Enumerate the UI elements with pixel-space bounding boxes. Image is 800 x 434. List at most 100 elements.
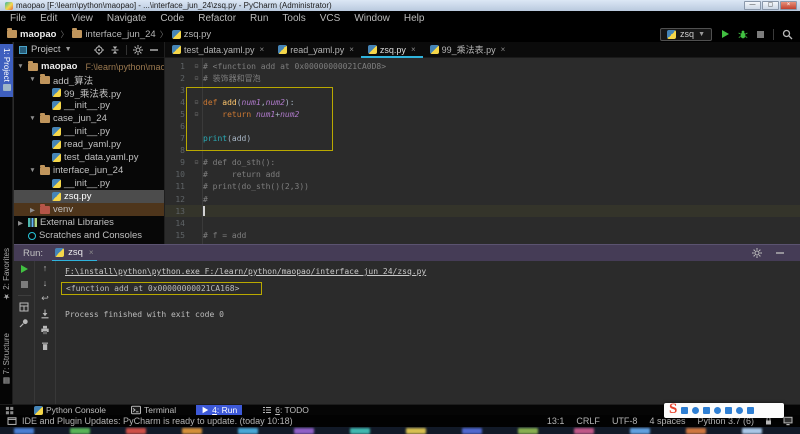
code-line-1[interactable]: 1⊟# <function add at 0x00000000021CA0D8> xyxy=(165,60,800,72)
code-line-13[interactable]: 13 xyxy=(165,205,800,217)
tree-item-__init__.py[interactable]: __init__.py xyxy=(14,125,164,138)
clear-console-button[interactable] xyxy=(40,341,50,351)
ime-keyboard-icon[interactable] xyxy=(725,407,732,414)
taskbar-app-icon[interactable] xyxy=(630,428,650,434)
run-button[interactable] xyxy=(720,29,730,39)
fold-marker-icon[interactable]: ⊟ xyxy=(190,63,203,70)
project-panel-title[interactable]: Project xyxy=(31,44,61,55)
code-line-12[interactable]: 12# xyxy=(165,193,800,205)
run-panel-settings-button[interactable] xyxy=(752,248,762,258)
menu-edit[interactable]: Edit xyxy=(33,13,64,24)
menu-file[interactable]: File xyxy=(3,13,33,24)
tree-item-__init__.py[interactable]: __init__.py xyxy=(14,177,164,190)
tree-item-maopao[interactable]: ▼maopaoF:\learn\python\maopao xyxy=(14,60,164,73)
code-line-8[interactable]: 8 xyxy=(165,145,800,157)
rerun-button[interactable] xyxy=(19,264,29,274)
collapse-all-button[interactable] xyxy=(110,45,120,55)
taskbar-app-icon[interactable] xyxy=(462,428,482,434)
tree-item-add_算法[interactable]: ▼add_算法 xyxy=(14,73,164,86)
hide-panel-button[interactable] xyxy=(149,45,159,55)
taskbar-app-icon[interactable] xyxy=(350,428,370,434)
editor-tab-zsq.py[interactable]: zsq.py× xyxy=(361,42,423,57)
editor-tab-read_yaml.py[interactable]: read_yaml.py× xyxy=(271,42,361,57)
sogou-logo-icon[interactable]: S xyxy=(669,404,677,415)
stripe-tab-favorites[interactable]: ★2: Favorites xyxy=(0,248,13,303)
taskbar-app-icon[interactable] xyxy=(238,428,258,434)
menu-code[interactable]: Code xyxy=(153,13,191,24)
tree-item-External Libraries[interactable]: ▶External Libraries xyxy=(14,216,164,229)
close-icon[interactable]: × xyxy=(411,45,416,54)
tree-item-interface_jun_24[interactable]: ▼interface_jun_24 xyxy=(14,164,164,177)
chevron-down-icon[interactable]: ▼ xyxy=(28,115,37,122)
chevron-right-icon[interactable]: ▶ xyxy=(16,219,25,227)
editor-tab-test_data.yaml.py[interactable]: test_data.yaml.py× xyxy=(165,42,271,57)
close-icon[interactable]: × xyxy=(349,45,354,54)
search-everywhere-button[interactable] xyxy=(782,29,793,40)
chevron-down-icon[interactable]: ▼ xyxy=(28,167,37,174)
tree-item-zsq.py[interactable]: zsq.py xyxy=(14,190,164,203)
stop-button[interactable] xyxy=(756,30,765,39)
menu-view[interactable]: View xyxy=(64,13,100,24)
run-configuration-select[interactable]: zsq▼ xyxy=(660,28,712,41)
print-button[interactable] xyxy=(40,325,50,335)
taskbar-app-icon[interactable] xyxy=(70,428,90,434)
chevron-down-icon[interactable]: ▼ xyxy=(16,63,25,70)
code-line-14[interactable]: 14 xyxy=(165,217,800,229)
tree-item-test_data.yaml.py[interactable]: test_data.yaml.py xyxy=(14,151,164,164)
menu-tools[interactable]: Tools xyxy=(275,13,312,24)
taskbar-app-icon[interactable] xyxy=(182,428,202,434)
status-message[interactable]: IDE and Plugin Updates: PyCharm is ready… xyxy=(22,416,535,426)
code-line-6[interactable]: 6 xyxy=(165,120,800,132)
status-encoding[interactable]: UTF-8 xyxy=(612,416,638,426)
menu-help[interactable]: Help xyxy=(397,13,432,24)
tree-item-read_yaml.py[interactable]: read_yaml.py xyxy=(14,138,164,151)
ime-emoji-icon[interactable] xyxy=(703,407,710,414)
taskbar-app-icon[interactable] xyxy=(686,428,706,434)
down-stack-trace-button[interactable]: ↓ xyxy=(43,279,48,288)
locate-file-button[interactable] xyxy=(94,45,104,55)
taskbar-app-icon[interactable] xyxy=(14,428,34,434)
up-stack-trace-button[interactable]: ↑ xyxy=(43,264,48,273)
breadcrumb-item-interface_jun_24[interactable]: interface_jun_24 xyxy=(72,29,155,40)
tree-item-venv[interactable]: ▶venv xyxy=(14,203,164,216)
ime-mic-icon[interactable] xyxy=(714,407,721,414)
panel-settings-button[interactable] xyxy=(133,45,143,55)
code-line-5[interactable]: 5⊟ return num1+num2 xyxy=(165,108,800,120)
status-line-separator[interactable]: CRLF xyxy=(576,416,600,426)
tree-item-Scratches and Consoles[interactable]: Scratches and Consoles xyxy=(14,229,164,242)
menu-run[interactable]: Run xyxy=(243,13,275,24)
ime-toolbox-icon[interactable] xyxy=(747,407,754,414)
toolwindow-button-python-console[interactable]: Python Console xyxy=(29,405,111,416)
menu-navigate[interactable]: Navigate xyxy=(100,13,153,24)
breadcrumb-item-zsq.py[interactable]: zsq.py xyxy=(172,29,211,40)
menu-refactor[interactable]: Refactor xyxy=(191,13,243,24)
stripe-tab-structure[interactable]: ▦7: Structure xyxy=(0,333,13,387)
taskbar-app-icon[interactable] xyxy=(294,428,314,434)
code-line-10[interactable]: 10# return add xyxy=(165,169,800,181)
close-button[interactable]: × xyxy=(780,1,797,10)
fold-marker-icon[interactable]: ⊟ xyxy=(190,99,203,106)
taskbar-app-icon[interactable] xyxy=(518,428,538,434)
debug-button[interactable] xyxy=(738,29,748,39)
tree-item-99_乘法表.py[interactable]: 99_乘法表.py xyxy=(14,86,164,99)
close-icon[interactable]: × xyxy=(89,248,94,257)
taskbar-app-icon[interactable] xyxy=(742,428,762,434)
restore-layout-button[interactable] xyxy=(19,302,29,312)
breadcrumb-item-maopao[interactable]: maopao xyxy=(7,29,56,40)
code-line-9[interactable]: 9⊟# def do_sth(): xyxy=(165,157,800,169)
menu-vcs[interactable]: VCS xyxy=(313,13,348,24)
maximize-button[interactable]: ▢ xyxy=(762,1,779,10)
fold-marker-icon[interactable]: ⊟ xyxy=(190,75,203,82)
tree-item-__init__.py[interactable]: __init__.py xyxy=(14,99,164,112)
editor-tab-99_乘法表.py[interactable]: 99_乘法表.py× xyxy=(423,42,513,57)
code-line-15[interactable]: 15# f = add xyxy=(165,229,800,241)
ime-pen-icon[interactable] xyxy=(692,407,699,414)
tool-window-switcher[interactable] xyxy=(5,406,14,415)
fold-marker-icon[interactable]: ⊟ xyxy=(190,159,203,166)
console-command-link[interactable]: F:\install\python\python.exe F:/learn/py… xyxy=(65,267,426,276)
ime-user-icon[interactable] xyxy=(736,407,743,414)
stop-process-button[interactable] xyxy=(20,280,29,289)
scroll-to-end-button[interactable] xyxy=(40,309,50,319)
code-line-2[interactable]: 2⊟# 装饰器和冒泡 xyxy=(165,72,800,84)
editor-body[interactable]: 1⊟# <function add at 0x00000000021CA0D8>… xyxy=(165,58,800,244)
